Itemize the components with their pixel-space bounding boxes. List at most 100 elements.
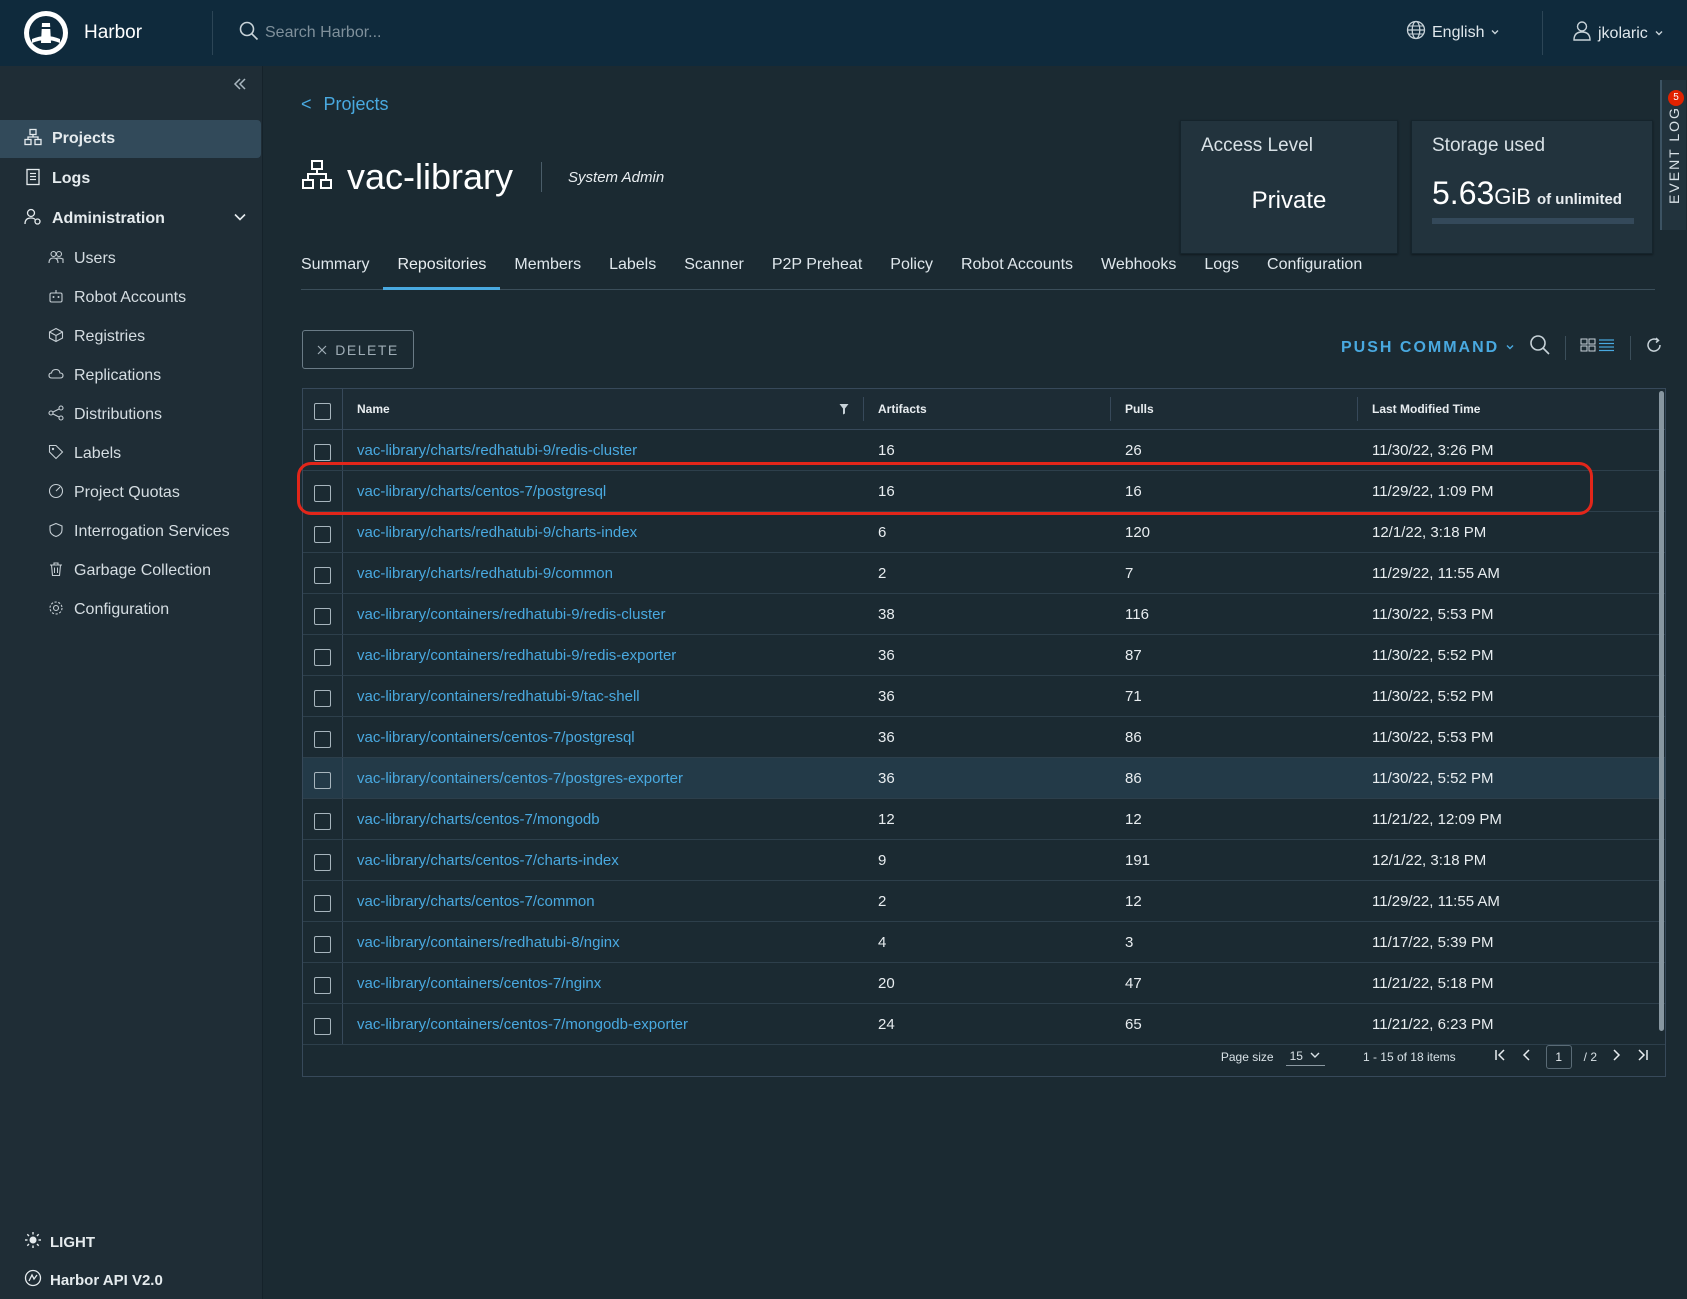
search-icon[interactable]: [1529, 334, 1551, 361]
api-link[interactable]: Harbor API V2.0: [24, 1261, 163, 1299]
tab-logs[interactable]: Logs: [1190, 250, 1253, 290]
filter-icon[interactable]: [839, 403, 849, 418]
harbor-logo-icon[interactable]: [24, 11, 68, 55]
row-checkbox[interactable]: [314, 443, 331, 461]
table-row[interactable]: vac-library/containers/centos-7/postgres…: [303, 758, 1665, 799]
sidebar-item-projects[interactable]: Projects: [0, 120, 261, 158]
sidebar-item-logs[interactable]: Logs: [0, 160, 261, 198]
user-menu[interactable]: jkolaric: [1572, 20, 1664, 47]
table-row[interactable]: vac-library/containers/redhatubi-9/redis…: [303, 635, 1665, 676]
tab-members[interactable]: Members: [500, 250, 595, 290]
table-row[interactable]: vac-library/charts/redhatubi-9/redis-clu…: [303, 430, 1665, 471]
repo-link[interactable]: vac-library/containers/centos-7/nginx: [357, 975, 601, 992]
sidebar-item-labels[interactable]: Labels: [0, 435, 263, 473]
table-row[interactable]: vac-library/containers/centos-7/postgres…: [303, 717, 1665, 758]
row-checkbox[interactable]: [314, 525, 331, 543]
tab-labels[interactable]: Labels: [595, 250, 670, 290]
breadcrumb-projects[interactable]: Projects: [324, 94, 389, 115]
search-box[interactable]: [239, 21, 739, 46]
current-page-input[interactable]: [1545, 1045, 1572, 1069]
table-row[interactable]: vac-library/charts/redhatubi-9/common 2 7 1…: [303, 553, 1665, 594]
sidebar-item-interrogation-services[interactable]: Interrogation Services: [0, 513, 263, 551]
search-input[interactable]: [265, 24, 665, 42]
row-checkbox[interactable]: [314, 484, 331, 502]
sidebar-item-registries[interactable]: Registries: [0, 318, 263, 356]
table-row[interactable]: vac-library/charts/centos-7/mongodb 12 12 1…: [303, 799, 1665, 840]
table-row[interactable]: vac-library/containers/centos-7/nginx 20 4…: [303, 963, 1665, 1004]
row-checkbox[interactable]: [314, 689, 331, 707]
last-page-button[interactable]: [1635, 1048, 1649, 1067]
row-checkbox[interactable]: [314, 648, 331, 666]
search-icon[interactable]: [239, 21, 259, 46]
repo-link[interactable]: vac-library/containers/redhatubi-9/redis…: [357, 647, 676, 664]
repo-link[interactable]: vac-library/charts/redhatubi-9/redis-clu…: [357, 442, 637, 459]
row-checkbox[interactable]: [314, 566, 331, 584]
repo-link[interactable]: vac-library/containers/redhatubi-9/tac-s…: [357, 688, 640, 705]
repo-link[interactable]: vac-library/charts/centos-7/postgresql: [357, 483, 606, 500]
column-header-pulls[interactable]: Pulls: [1111, 397, 1358, 421]
table-row[interactable]: vac-library/charts/redhatubi-9/charts-in…: [303, 512, 1665, 553]
tab-summary[interactable]: Summary: [301, 250, 383, 290]
event-log-tab[interactable]: 5 EVENT LOG: [1660, 80, 1686, 230]
table-row[interactable]: vac-library/containers/redhatubi-9/tac-s…: [303, 676, 1665, 717]
sidebar-item-robot-accounts[interactable]: Robot Accounts: [0, 279, 263, 317]
repo-link[interactable]: vac-library/charts/centos-7/charts-index: [357, 852, 619, 869]
repo-link[interactable]: vac-library/charts/centos-7/common: [357, 893, 595, 910]
row-checkbox[interactable]: [314, 607, 331, 625]
prev-page-button[interactable]: [1520, 1048, 1534, 1067]
repo-link[interactable]: vac-library/containers/centos-7/postgres…: [357, 729, 635, 746]
tab-webhooks[interactable]: Webhooks: [1087, 250, 1190, 290]
table-row[interactable]: vac-library/charts/centos-7/charts-index…: [303, 840, 1665, 881]
refresh-icon[interactable]: [1645, 336, 1663, 359]
row-checkbox[interactable]: [314, 976, 331, 994]
push-command-button[interactable]: PUSH COMMAND: [1341, 339, 1515, 357]
language-selector[interactable]: English: [1406, 20, 1500, 45]
repo-link[interactable]: vac-library/charts/redhatubi-9/common: [357, 565, 613, 582]
delete-button[interactable]: DELETE: [302, 330, 414, 369]
row-checkbox[interactable]: [314, 730, 331, 748]
row-checkbox[interactable]: [314, 1017, 331, 1035]
first-page-button[interactable]: [1494, 1048, 1508, 1067]
repo-link[interactable]: vac-library/charts/centos-7/mongodb: [357, 811, 600, 828]
tab-repositories[interactable]: Repositories: [383, 250, 501, 290]
column-header-artifacts[interactable]: Artifacts: [864, 397, 1111, 421]
theme-toggle[interactable]: LIGHT: [24, 1223, 163, 1261]
sidebar-item-garbage-collection[interactable]: Garbage Collection: [0, 552, 263, 590]
row-checkbox[interactable]: [314, 812, 331, 830]
repo-link[interactable]: vac-library/charts/redhatubi-9/charts-in…: [357, 524, 637, 541]
repo-link[interactable]: vac-library/containers/redhatubi-9/redis…: [357, 606, 665, 623]
brand-name[interactable]: Harbor: [84, 22, 204, 44]
sidebar-item-administration[interactable]: Administration: [0, 200, 261, 238]
table-row[interactable]: vac-library/charts/centos-7/common 2 12 11/…: [303, 881, 1665, 922]
table-scrollbar[interactable]: [1659, 391, 1664, 1031]
tab-p2p-preheat[interactable]: P2P Preheat: [758, 250, 876, 290]
table-row[interactable]: vac-library/containers/redhatubi-8/nginx…: [303, 922, 1665, 963]
column-header-name[interactable]: Name: [343, 397, 864, 421]
sidebar-item-distributions[interactable]: Distributions: [0, 396, 263, 434]
next-page-button[interactable]: [1609, 1048, 1623, 1067]
row-checkbox[interactable]: [314, 771, 331, 789]
row-checkbox[interactable]: [314, 853, 331, 871]
breadcrumb[interactable]: < Projects: [301, 94, 389, 115]
repo-link[interactable]: vac-library/containers/centos-7/postgres…: [357, 770, 683, 787]
sidebar-item-users[interactable]: Users: [0, 240, 263, 278]
row-checkbox[interactable]: [314, 935, 331, 953]
tab-configuration[interactable]: Configuration: [1253, 250, 1376, 290]
tab-robot-accounts[interactable]: Robot Accounts: [947, 250, 1087, 290]
collapse-sidebar-icon[interactable]: [232, 76, 248, 97]
table-row[interactable]: vac-library/charts/centos-7/postgresql 16…: [303, 471, 1665, 512]
repo-link[interactable]: vac-library/containers/centos-7/mongodb-…: [357, 1016, 688, 1033]
sidebar-item-configuration[interactable]: Configuration: [0, 591, 263, 629]
view-toggle-icon[interactable]: [1580, 337, 1616, 358]
select-all-checkbox[interactable]: [314, 402, 331, 420]
page-size-select[interactable]: 15: [1285, 1049, 1325, 1066]
sidebar-item-replications[interactable]: Replications: [0, 357, 263, 395]
row-checkbox[interactable]: [314, 894, 331, 912]
chevron-down-icon[interactable]: [233, 210, 247, 229]
repo-link[interactable]: vac-library/containers/redhatubi-8/nginx: [357, 934, 620, 951]
tab-policy[interactable]: Policy: [876, 250, 947, 290]
column-header-last-modified[interactable]: Last Modified Time: [1358, 389, 1658, 429]
sidebar-item-project-quotas[interactable]: Project Quotas: [0, 474, 263, 512]
table-row[interactable]: vac-library/containers/redhatubi-9/redis…: [303, 594, 1665, 635]
tab-scanner[interactable]: Scanner: [670, 250, 758, 290]
